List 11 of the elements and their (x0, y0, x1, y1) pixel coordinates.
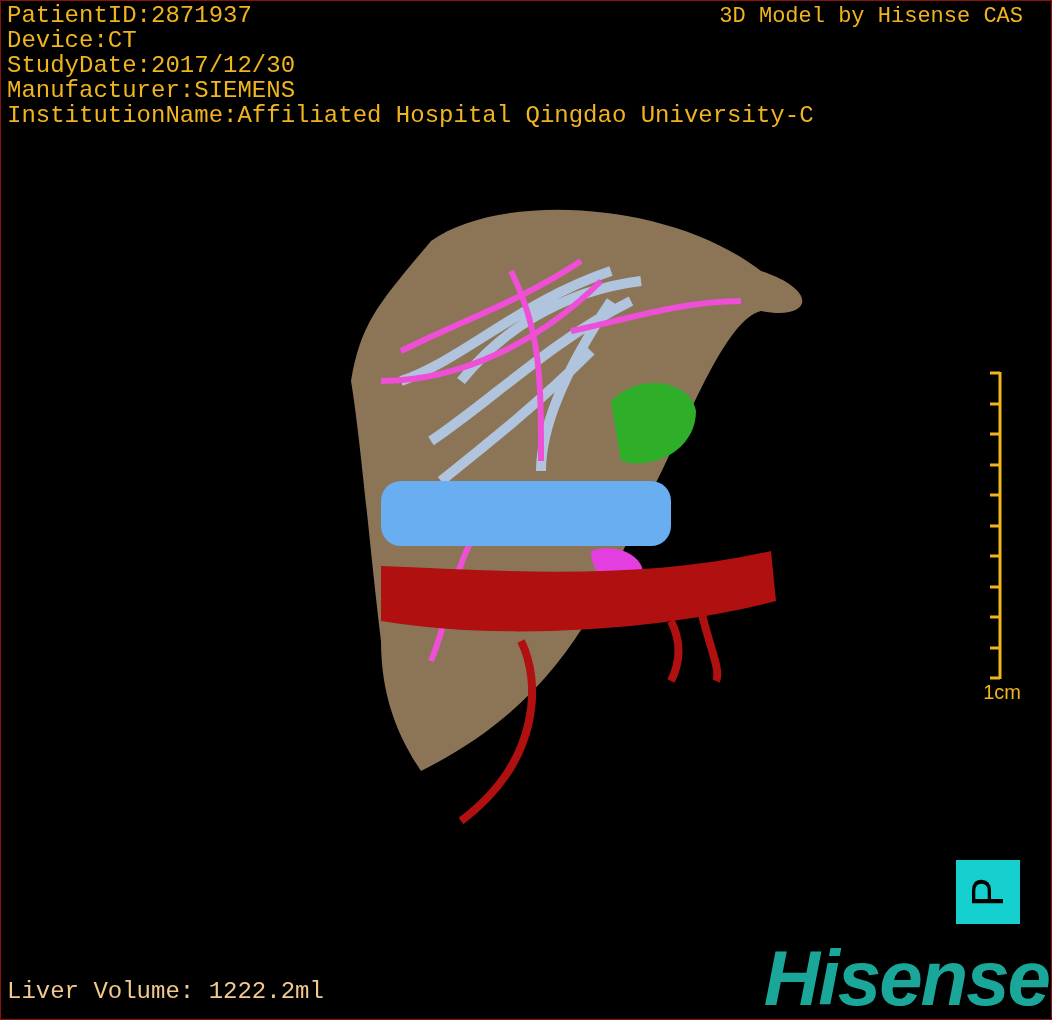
info-line: Device:CT (7, 28, 137, 53)
orientation-label: P (966, 877, 1010, 907)
info-line: Manufacturer:SIEMENS (7, 78, 296, 103)
info-line: StudyDate:2017/12/30 (7, 53, 296, 78)
info-line: InstitutionName:Affiliated Hospital Qingdao University-C (7, 103, 814, 128)
liver-volume-text: Liver Volume: 1222.2ml (7, 978, 324, 1006)
info-line: PatientID:2871937 (7, 3, 252, 28)
brand-logo: Hisense (763, 936, 1049, 1019)
scale-label: 1cm (983, 681, 1021, 703)
orientation-cube[interactable]: P (956, 860, 1020, 924)
app-title: 3D Model by Hisense CAS (719, 5, 1023, 29)
